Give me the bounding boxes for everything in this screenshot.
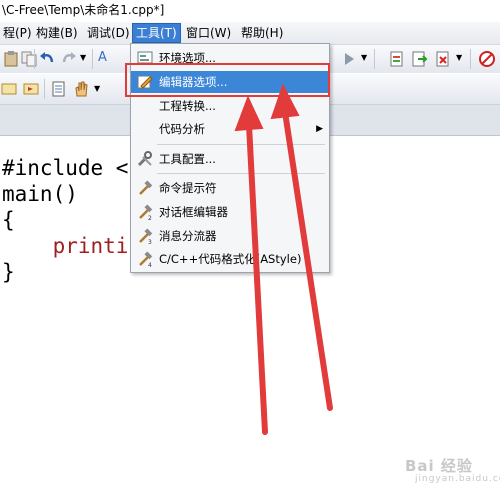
menu-item-label: 工程转换... (159, 99, 216, 113)
submenu-arrow-icon: ▶ (316, 124, 323, 134)
window-title: \C-Free\Temp\未命名1.cpp*] (0, 0, 500, 22)
menu-item-label: 命令提示符 (159, 181, 217, 195)
menu-item-label: C/C++代码格式化(AStyle) (159, 252, 302, 266)
baidu-watermark: Bai 经验 jingyan.baidu.com (405, 455, 500, 484)
document-icon[interactable] (50, 80, 68, 98)
paste-icon[interactable] (2, 50, 20, 68)
menu-tools[interactable]: 工具(T) (132, 23, 181, 43)
export-file-icon[interactable] (410, 50, 428, 68)
undo-icon[interactable] (38, 50, 56, 68)
find-icon[interactable]: A (98, 50, 107, 65)
menu-item-project-convert[interactable]: 工程转换... (131, 95, 329, 117)
menu-item-astyle-format[interactable]: 4 C/C++代码格式化(AStyle) (131, 248, 329, 270)
bookmark-icon[interactable] (0, 80, 18, 98)
hand-icon[interactable] (72, 80, 90, 98)
redo-icon[interactable] (60, 50, 78, 68)
menu-item-message-splitter[interactable]: 3 消息分流器 (131, 225, 329, 247)
hammer-4-icon: 4 (139, 251, 153, 267)
new-file-icon[interactable] (388, 50, 406, 68)
menu-item-label: 消息分流器 (159, 229, 217, 243)
code-line: #include < (2, 156, 129, 180)
menu-item-code-analysis[interactable]: 代码分析 ▶ (131, 118, 329, 140)
menu-item-command-prompt[interactable]: 命令提示符 (131, 177, 329, 199)
tools-icon (137, 151, 152, 167)
code-line: printi (2, 234, 129, 258)
menu-item-label: 工具配置... (159, 152, 216, 166)
svg-text:2: 2 (148, 215, 152, 220)
hammer-2-icon: 2 (139, 204, 153, 220)
stop-icon[interactable] (478, 50, 496, 68)
menu-build[interactable]: 构建(B) (33, 24, 81, 42)
bookmark-next-icon[interactable] (22, 80, 40, 98)
close-file-icon[interactable] (434, 50, 452, 68)
highlight-box (125, 63, 330, 97)
code-line: { (2, 208, 15, 232)
menu-window[interactable]: 窗口(W) (183, 24, 234, 42)
code-line: main() (2, 182, 78, 206)
menu-item-label: 代码分析 (159, 122, 205, 136)
redo-dropdown-icon[interactable]: ▼ (80, 53, 86, 62)
file-dropdown-icon[interactable]: ▼ (456, 53, 462, 62)
menu-item-label: 对话框编辑器 (159, 205, 228, 219)
svg-text:4: 4 (148, 262, 152, 267)
play-icon[interactable] (340, 50, 358, 68)
menu-bar: 程(P) 构建(B) 调试(D) 工具(T) 窗口(W) 帮助(H) (0, 22, 500, 45)
menu-item-tool-config[interactable]: 工具配置... (131, 148, 329, 170)
menu-debug[interactable]: 调试(D) (84, 24, 133, 42)
hand-dropdown-icon[interactable]: ▼ (94, 84, 100, 93)
run-dropdown-icon[interactable]: ▼ (361, 53, 367, 62)
copy-icon[interactable] (20, 50, 38, 68)
watermark-url: jingyan.baidu.com (415, 474, 500, 484)
menu-item-dialog-editor[interactable]: 2 对话框编辑器 (131, 201, 329, 223)
code-line: } (2, 260, 15, 284)
menu-help[interactable]: 帮助(H) (238, 24, 286, 42)
menu-project[interactable]: 程(P) (0, 24, 35, 42)
svg-text:3: 3 (148, 239, 152, 244)
hammer-3-icon: 3 (139, 228, 153, 244)
hammer-icon (139, 180, 153, 195)
watermark-brand: Bai 经验 (405, 457, 473, 475)
